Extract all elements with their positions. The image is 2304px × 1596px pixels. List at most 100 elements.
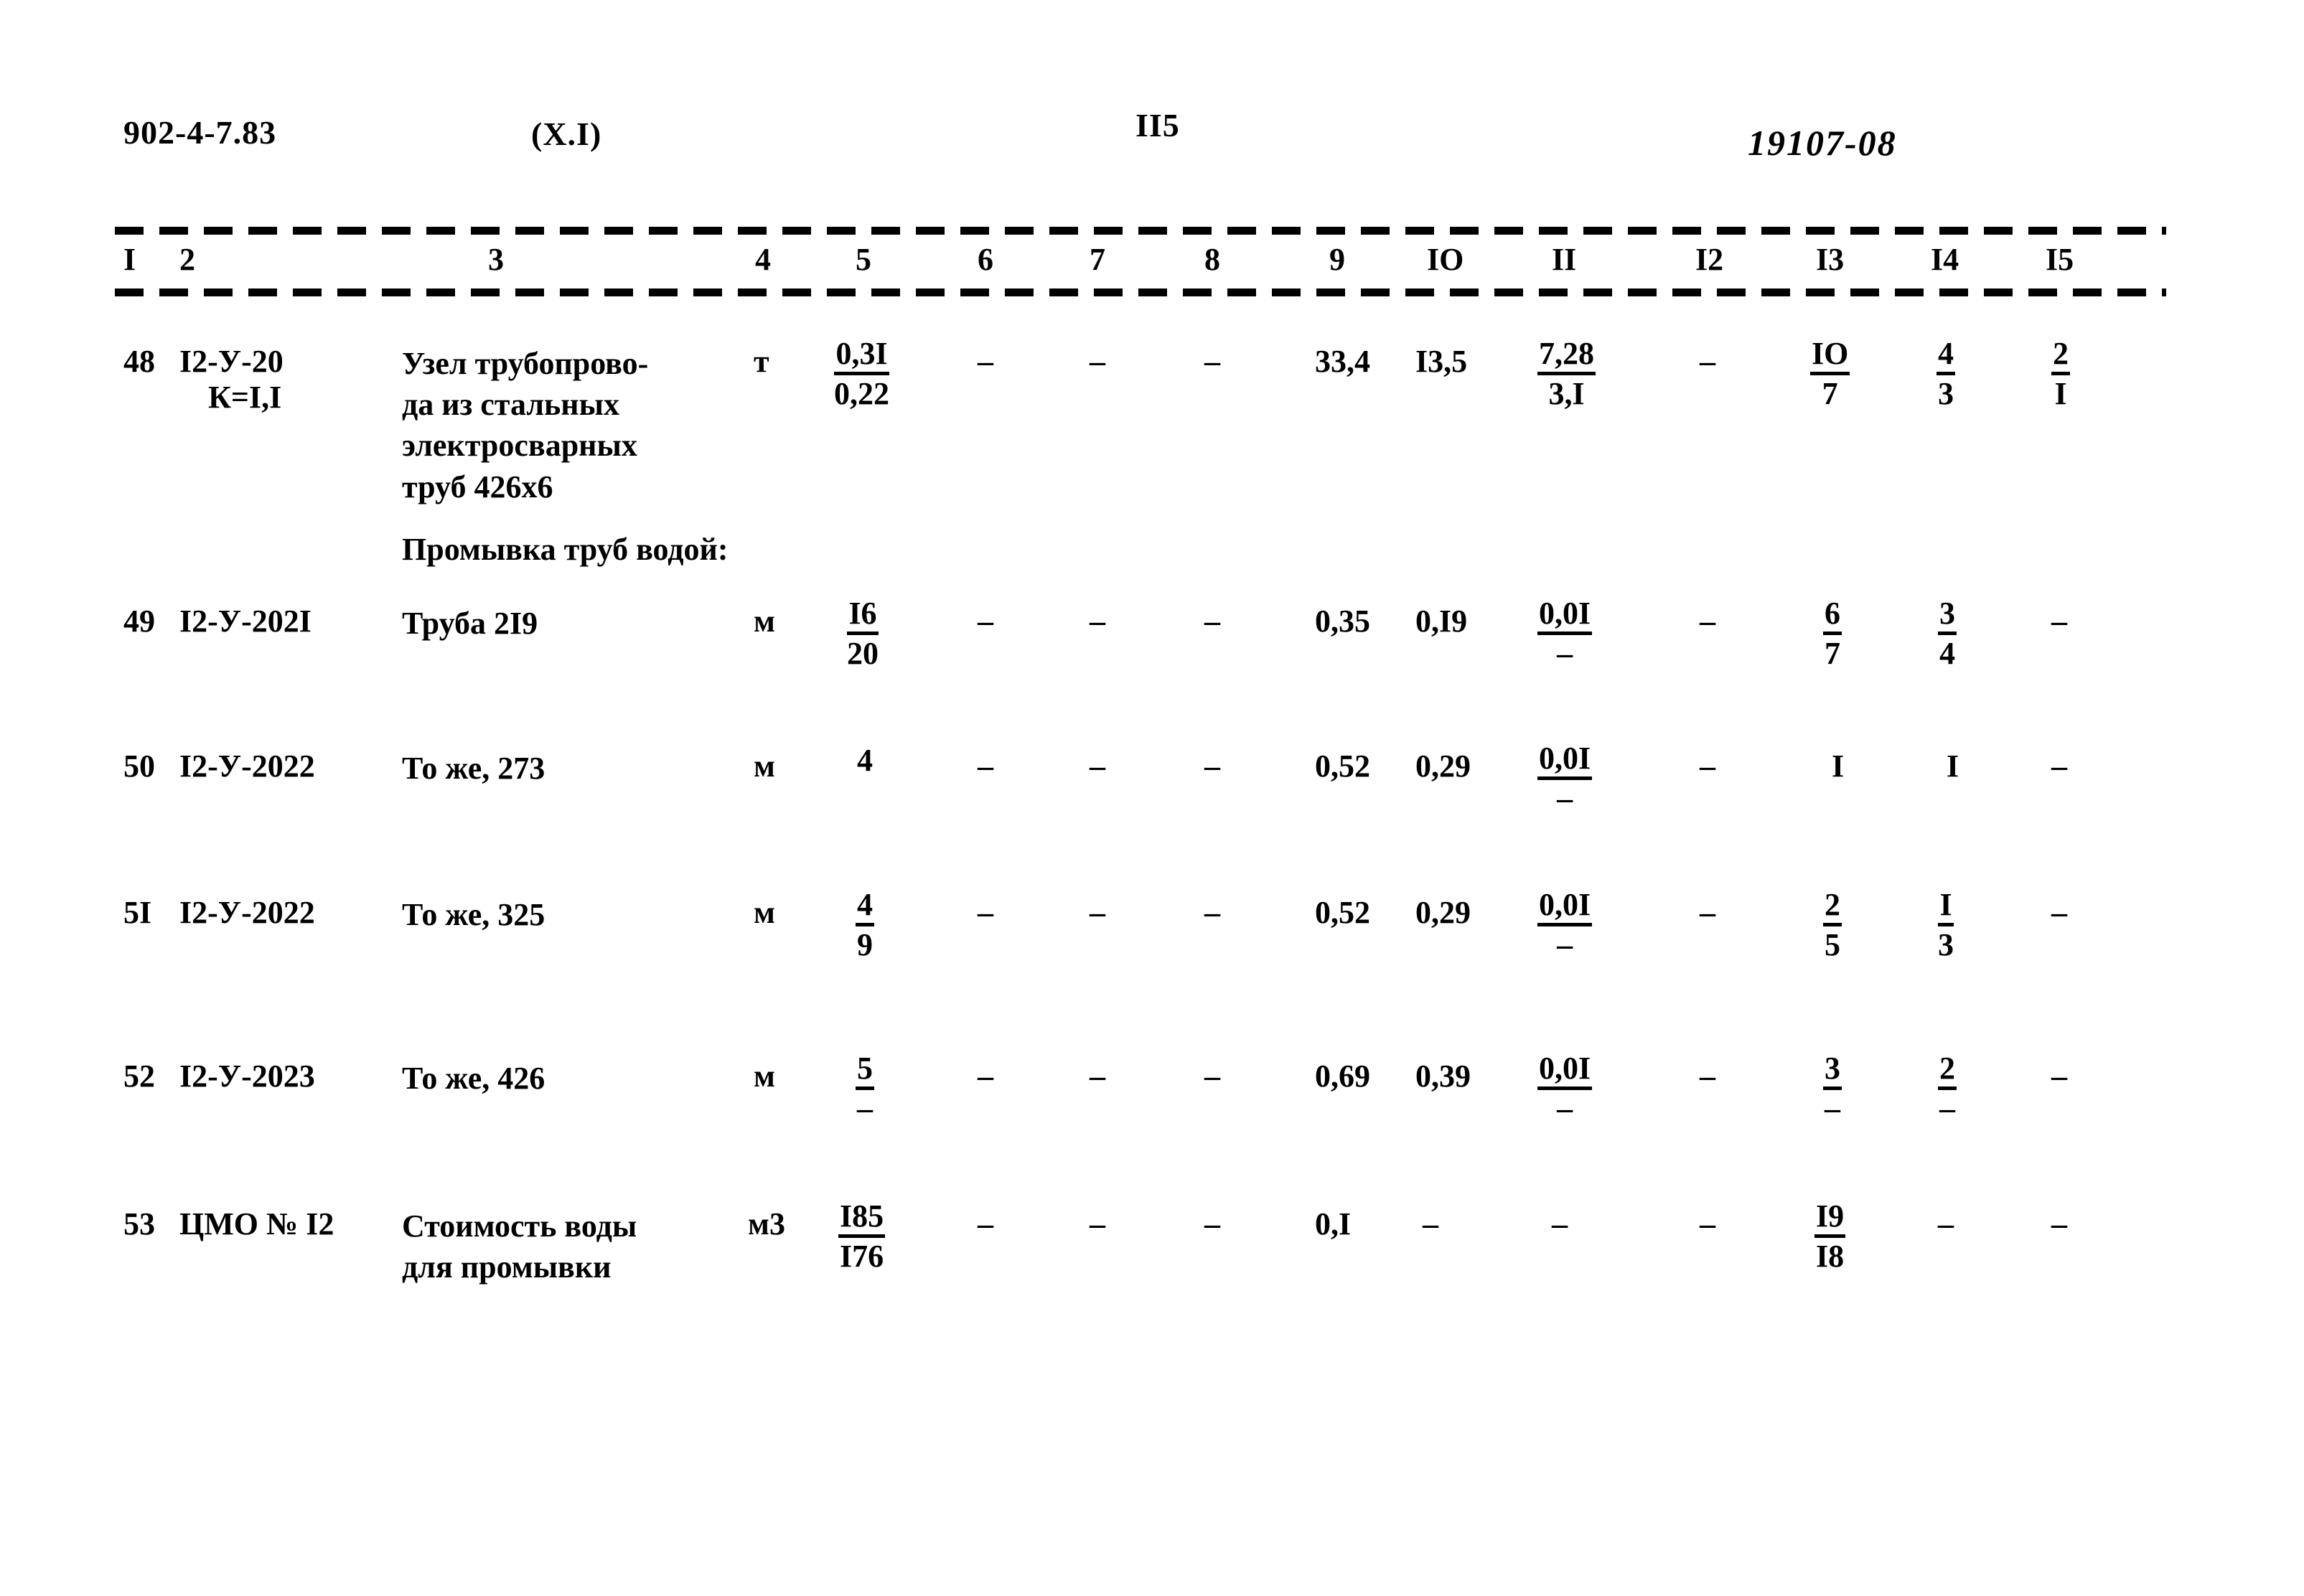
cell-col11: 7,28 3,I — [1537, 337, 1596, 412]
cell-col12: – — [1700, 1058, 1715, 1094]
cell-col14-numerator: I — [1938, 888, 1954, 926]
row-code: I2-У-20 — [179, 344, 284, 379]
cell-col11-denominator: 3,I — [1548, 375, 1585, 411]
cell-col8: – — [1204, 1206, 1220, 1241]
cell-col8: – — [1204, 1058, 1220, 1094]
cell-col11: 0,0I – — [1537, 1052, 1593, 1127]
cell-col14-numerator: 3 — [1938, 597, 1957, 635]
cell-col5: I6 20 — [847, 597, 879, 672]
cell-col11-numerator: 0,0I — [1537, 888, 1593, 926]
cell-col13-denominator: 7 — [1825, 635, 1840, 671]
column-header-13: I3 — [1816, 242, 1845, 277]
cell-col11-denominator: – — [1557, 635, 1573, 671]
row-code: I2-У-2023 — [179, 1058, 315, 1094]
row-code: ЦМО № I2 — [179, 1206, 334, 1241]
column-header-10: IO — [1427, 242, 1464, 277]
cell-col10: 0,29 — [1415, 748, 1471, 784]
cell-col13: I — [1832, 748, 1845, 784]
cell-col15: – — [2051, 1058, 2067, 1094]
cell-col13: I9 I8 — [1814, 1200, 1846, 1275]
cell-col6: – — [978, 344, 993, 379]
cell-col9: 0,69 — [1315, 1058, 1370, 1094]
cell-col5-denominator: 0,22 — [834, 375, 889, 411]
cell-col10: 0,29 — [1415, 895, 1471, 930]
cell-col14-numerator: 2 — [1938, 1052, 1957, 1090]
cell-col10: – — [1423, 1206, 1438, 1241]
cell-col11-numerator: 0,0I — [1537, 597, 1593, 635]
row-unit: т — [754, 344, 769, 379]
cell-col5-numerator: 4 — [856, 888, 874, 926]
cell-col7: – — [1090, 344, 1105, 379]
row-unit: м — [754, 1058, 775, 1094]
cell-col5: 4 — [856, 742, 874, 781]
cell-col5-denominator: – — [857, 1090, 873, 1126]
cell-col5: 49 — [856, 888, 874, 963]
cell-col14: – — [1938, 1206, 1954, 1241]
row-unit: м — [754, 748, 775, 784]
cell-col9: 0,I — [1315, 1206, 1352, 1241]
row-description: То же, 426 — [402, 1061, 545, 1096]
cell-col13: 3– — [1823, 1052, 1842, 1127]
cell-col12: – — [1700, 344, 1715, 379]
cell-col11: – — [1552, 1206, 1568, 1241]
cell-col15-denominator: I — [2054, 375, 2067, 411]
cell-col5: I85 I76 — [838, 1200, 886, 1275]
cell-col8: – — [1204, 344, 1220, 379]
cell-col14: 43 — [1937, 337, 1955, 412]
column-header-11: II — [1552, 242, 1577, 277]
cell-col5-numerator: 4 — [857, 743, 873, 778]
table-top-rule — [115, 227, 2166, 235]
cell-col6: – — [978, 748, 993, 784]
cell-col13-denominator: – — [1825, 1090, 1840, 1126]
cell-col13-denominator: 5 — [1825, 926, 1840, 962]
cell-col6: – — [978, 604, 993, 639]
cell-col15-numerator: 2 — [2051, 337, 2070, 375]
cell-col12: – — [1700, 895, 1715, 930]
cell-col15: 2I — [2051, 337, 2070, 412]
cell-col13: IO 7 — [1810, 337, 1850, 412]
cell-col5: 0,3I 0,22 — [834, 337, 889, 412]
cell-col12: – — [1700, 604, 1715, 639]
row-code: I2-У-202I — [179, 604, 312, 639]
cell-col9: 33,4 — [1315, 344, 1370, 379]
row-number: 50 — [123, 748, 155, 784]
cell-col9: 0,52 — [1315, 748, 1370, 784]
cell-col7: – — [1090, 895, 1105, 930]
cell-col7: – — [1090, 604, 1105, 639]
cell-col5-denominator: 20 — [847, 635, 879, 671]
cell-col10: 0,39 — [1415, 1058, 1471, 1094]
cell-col6: – — [978, 1206, 993, 1241]
column-header-1: I — [123, 242, 136, 277]
cell-col11-denominator: – — [1557, 780, 1573, 816]
cell-col11-numerator: 0,0I — [1537, 742, 1593, 780]
cell-col11-numerator: 0,0I — [1537, 1052, 1593, 1090]
cell-col13-denominator: 7 — [1822, 375, 1838, 411]
page-number: II5 — [1135, 107, 1180, 144]
cell-col14: I3 — [1938, 888, 1954, 963]
column-header-6: 6 — [978, 242, 993, 277]
cell-col8: – — [1204, 895, 1220, 930]
cell-col6: – — [978, 1058, 993, 1094]
cell-col14-denominator: 3 — [1938, 926, 1954, 962]
cell-col8: – — [1204, 748, 1220, 784]
cell-col6: – — [978, 895, 993, 930]
row-code-factor: К=I,I — [208, 380, 282, 415]
cell-col5-denominator — [856, 779, 874, 781]
cell-col9: 0,52 — [1315, 895, 1370, 930]
cell-col14: 34 — [1938, 597, 1957, 672]
row-description: Узел трубопрово- да из стальных электрос… — [402, 346, 649, 504]
cell-col14-denominator: – — [1939, 1090, 1955, 1126]
row-unit: м — [754, 895, 775, 930]
column-header-5: 5 — [856, 242, 871, 277]
cell-col14-denominator: 3 — [1938, 375, 1954, 411]
cell-col13-numerator: 6 — [1823, 597, 1842, 635]
cell-col8: – — [1204, 604, 1220, 639]
cell-col7: – — [1090, 1206, 1105, 1241]
cell-col7: – — [1090, 1058, 1105, 1094]
column-header-4: 4 — [755, 242, 771, 277]
row-description: Труба 2I9 — [402, 606, 538, 641]
cell-col5-denominator: 9 — [857, 926, 873, 962]
column-header-7: 7 — [1090, 242, 1105, 277]
cell-col9: 0,35 — [1315, 604, 1370, 639]
cell-col13: 67 — [1823, 597, 1842, 672]
